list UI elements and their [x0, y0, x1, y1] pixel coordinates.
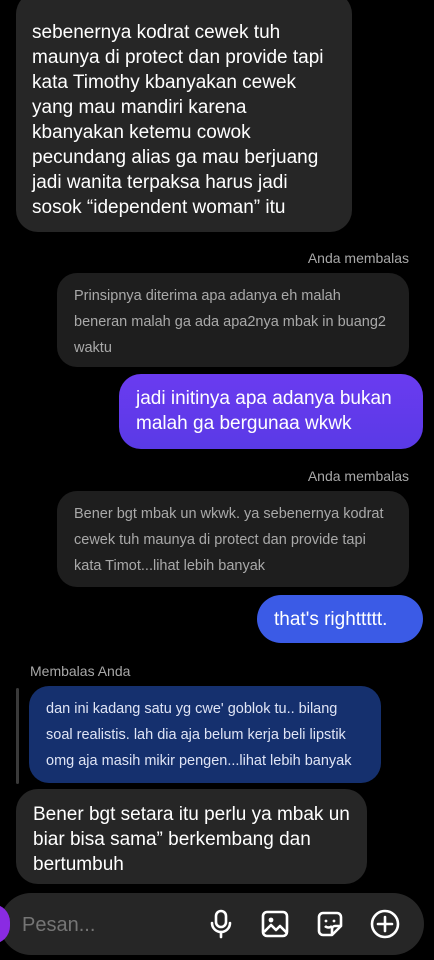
camera-button[interactable] [0, 904, 10, 944]
message-composer [0, 893, 424, 955]
quoted-message-text: Bener bgt mbak un wkwk. ya sebenernya ko… [74, 506, 384, 574]
quoted-message-text: dan ini kadang satu yg cwe' goblok tu.. … [46, 701, 352, 769]
gallery-icon[interactable] [259, 908, 291, 940]
reply-label: Anda membalas [307, 468, 409, 484]
received-message-top-text: sebenernya kodrat cewek tuh maunya di pr… [32, 22, 324, 218]
reply-label: Anda membalas [307, 250, 409, 266]
received-message-bottom-text: Bener bgt setara itu perlu ya mbak un bi… [33, 804, 350, 875]
quoted-message[interactable]: Prinsipnya diterima apa adanya eh malah … [57, 273, 409, 367]
reply-label: Membalas Anda [30, 663, 131, 679]
quoted-message[interactable]: dan ini kadang satu yg cwe' goblok tu.. … [29, 686, 381, 783]
quoted-message[interactable]: Bener bgt mbak un wkwk. ya sebenernya ko… [57, 491, 409, 587]
message-input[interactable] [20, 909, 194, 941]
quoted-message-text: Prinsipnya diterima apa adanya eh malah … [74, 288, 386, 356]
sent-message-text: jadi initinya apa adanya bukan malah ga … [136, 388, 392, 434]
received-message-bottom[interactable]: Bener bgt setara itu perlu ya mbak un bi… [16, 789, 367, 884]
sticker-icon[interactable] [314, 908, 346, 940]
reply-indicator-bar [16, 688, 19, 784]
sent-message-text: that's righttttt. [274, 609, 388, 630]
received-message-top[interactable]: sebenernya kodrat cewek tuh maunya di pr… [16, 0, 352, 232]
microphone-icon[interactable] [205, 908, 237, 940]
sent-message[interactable]: jadi initinya apa adanya bukan malah ga … [119, 374, 423, 449]
sent-message[interactable]: that's righttttt. [257, 595, 423, 643]
plus-icon[interactable] [368, 907, 402, 941]
